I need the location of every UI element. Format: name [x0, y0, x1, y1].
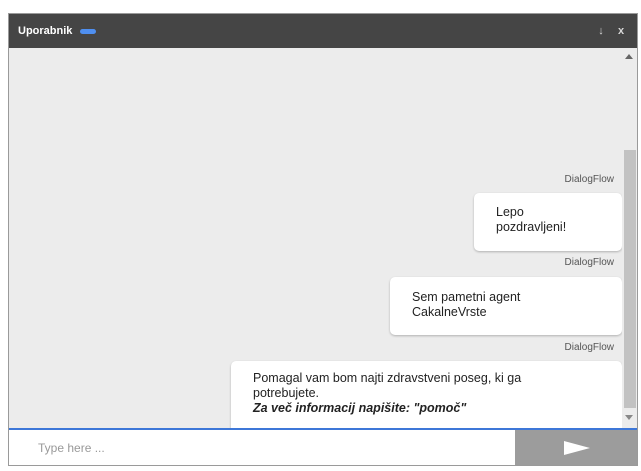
scrollbar[interactable] — [622, 48, 637, 428]
message-sender: DialogFlow — [564, 174, 614, 185]
message-line: CakalneVrste — [412, 305, 487, 319]
message-line: Sem pametni agent — [412, 290, 521, 304]
message-line: potrebujete. — [253, 386, 320, 400]
title-bar: Uporabnik ↓ x — [9, 14, 637, 48]
message-sender: DialogFlow — [564, 342, 614, 353]
scroll-down-icon[interactable] — [625, 415, 633, 420]
close-icon[interactable]: x — [615, 24, 627, 38]
send-button[interactable] — [515, 430, 637, 465]
message-bubble: Pomagal vam bom najti zdravstveni poseg,… — [231, 361, 622, 437]
message-list: DialogFlow Lepo pozdravljeni! DialogFlow… — [9, 48, 622, 437]
message-line: pozdravljeni! — [496, 220, 567, 234]
message-help-hint: Za več informacij napišite: "pomoč" — [253, 401, 467, 415]
message-line: Pomagal vam bom najti zdravstveni poseg,… — [253, 371, 522, 385]
window-title: Uporabnik — [18, 25, 73, 37]
message-bubble: Lepo pozdravljeni! — [474, 193, 622, 251]
composer — [9, 428, 637, 465]
send-arrow-icon — [564, 441, 590, 455]
message-input[interactable] — [9, 430, 514, 465]
online-status-indicator — [80, 28, 97, 34]
message-bubble: Sem pametni agent CakalneVrste — [390, 277, 622, 335]
scrollbar-thumb[interactable] — [624, 150, 636, 408]
chat-window: Uporabnik ↓ x DialogFlow Lepo pozdravlje… — [8, 13, 638, 466]
minimize-icon[interactable]: ↓ — [595, 24, 607, 38]
message-line: Lepo — [496, 205, 524, 219]
message-sender: DialogFlow — [564, 257, 614, 268]
scroll-up-icon[interactable] — [625, 54, 633, 59]
